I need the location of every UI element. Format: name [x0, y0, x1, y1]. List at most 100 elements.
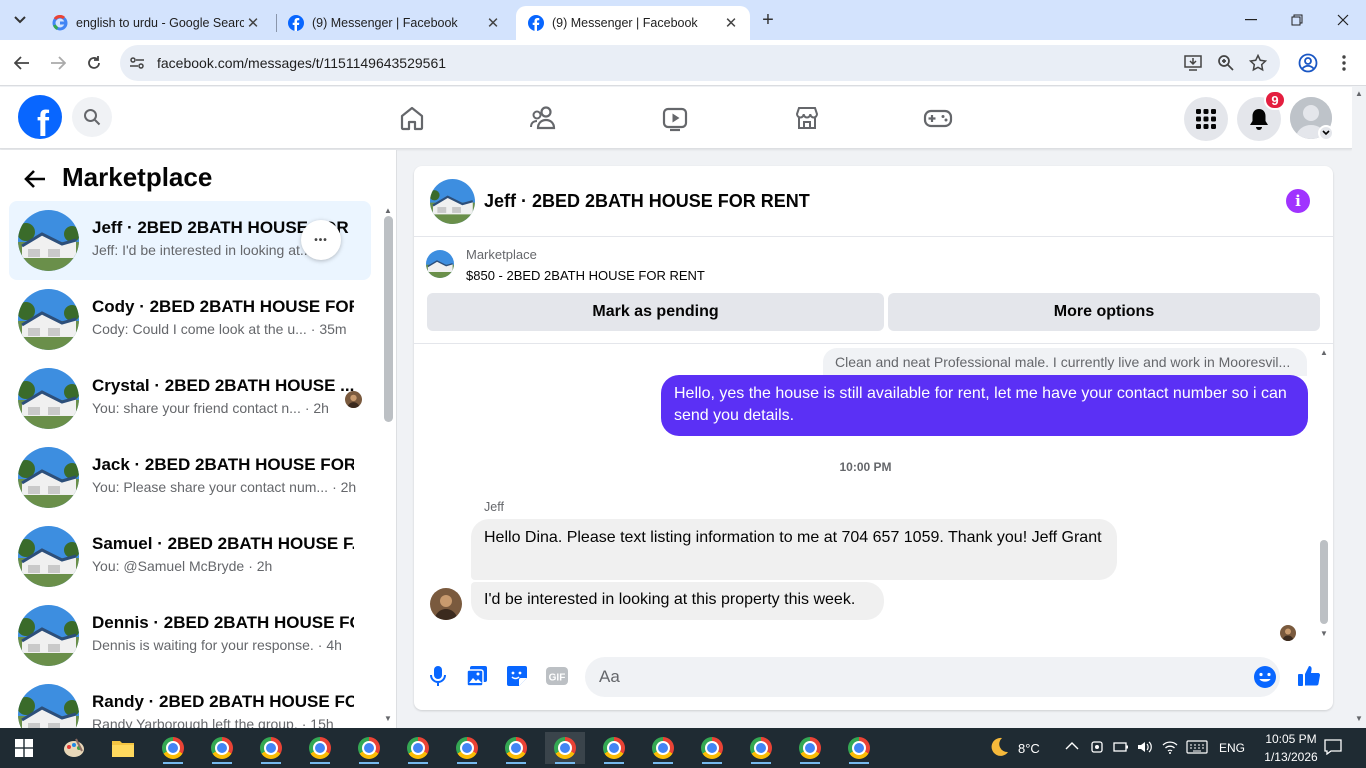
home-icon[interactable]	[397, 103, 427, 133]
quoted-message[interactable]: Clean and neat Professional male. I curr…	[823, 348, 1307, 376]
gif-icon[interactable]: GIF	[544, 663, 570, 689]
chrome-icon[interactable]	[153, 732, 193, 764]
menu-grid-icon[interactable]	[1184, 97, 1228, 141]
conversation-item[interactable]: Samuel · 2BED 2BATH HOUSE F... You: @Samu…	[9, 517, 371, 596]
gaming-icon[interactable]	[923, 103, 953, 133]
photo-gallery-icon[interactable]	[464, 663, 490, 689]
weather-temperature[interactable]: 8°C	[1018, 741, 1040, 756]
show-hidden-icons-chevron-icon[interactable]	[1065, 739, 1079, 754]
microphone-icon[interactable]	[425, 663, 451, 689]
message-input[interactable]	[585, 657, 1280, 697]
preview-text: Jeff: I'd be interested in looking at...	[92, 242, 312, 258]
bookmark-star-icon[interactable]	[1249, 54, 1267, 72]
scrollbar-thumb[interactable]	[384, 216, 393, 422]
page-scrollbar[interactable]: ▲ ▼	[1352, 87, 1366, 728]
more-actions-dots-icon[interactable]: •••	[301, 220, 341, 260]
chrome-profile-icon-active[interactable]	[545, 732, 585, 764]
volume-icon[interactable]	[1137, 740, 1153, 757]
watch-video-icon[interactable]	[660, 103, 690, 133]
conversation-item[interactable]: Jeff · 2BED 2BATH HOUSE FOR ... Jeff: I'd…	[9, 201, 371, 280]
conversation-item[interactable]: Randy · 2BED 2BATH HOUSE FO... Randy Yarb…	[9, 675, 371, 728]
conversation-item[interactable]: Cody · 2BED 2BATH HOUSE FOR ... Cody: Cou…	[9, 280, 371, 359]
incoming-message[interactable]: I'd be interested in looking at this pro…	[471, 582, 884, 620]
install-app-icon[interactable]	[1184, 54, 1202, 72]
input-language[interactable]: ENG	[1219, 741, 1245, 755]
incoming-message[interactable]: Hello Dina. Please text listing informat…	[471, 519, 1117, 580]
more-options-button[interactable]: More options	[888, 293, 1320, 331]
chrome-profile-icon[interactable]	[447, 732, 487, 764]
chrome-profile-icon[interactable]	[643, 732, 683, 764]
listing-price-title[interactable]: $850 - 2BED 2BATH HOUSE FOR RENT	[466, 268, 705, 283]
conversation-preview: Randy Yarborough left the group. · 15h	[92, 716, 334, 728]
info-icon[interactable]: i	[1286, 189, 1310, 213]
conversation-name: Dennis · 2BED 2BATH HOUSE FO...	[92, 613, 354, 632]
battery-plug-icon[interactable]	[1113, 740, 1129, 757]
chrome-profile-icon[interactable]	[398, 732, 438, 764]
minimize-icon[interactable]	[1228, 0, 1274, 40]
address-bar[interactable]: facebook.com/messages/t/1151149643529561	[120, 45, 1280, 81]
new-tab-icon[interactable]: +	[757, 9, 779, 31]
chrome-profile-icon[interactable]	[839, 732, 879, 764]
browser-menu-icon[interactable]	[1334, 53, 1354, 73]
outgoing-message[interactable]: Hello, yes the house is still available …	[661, 375, 1308, 436]
close-tab-icon[interactable]: ✕	[244, 14, 262, 32]
chrome-profile-icon[interactable]	[349, 732, 389, 764]
mark-as-pending-button[interactable]: Mark as pending	[427, 293, 884, 331]
marketplace-icon[interactable]	[792, 103, 822, 133]
clock-time[interactable]: 10:05 PM	[1258, 732, 1324, 746]
conversation-item[interactable]: Dennis · 2BED 2BATH HOUSE FO... Dennis is…	[9, 596, 371, 675]
chrome-profile-icon[interactable]	[790, 732, 830, 764]
emoji-icon[interactable]	[1253, 665, 1277, 689]
url-text: facebook.com/messages/t/1151149643529561	[157, 55, 447, 71]
facebook-logo[interactable]: f	[18, 95, 62, 139]
conversation-item[interactable]: Jack · 2BED 2BATH HOUSE FOR ... You: Plea…	[9, 438, 371, 517]
friends-icon[interactable]	[529, 103, 559, 133]
scroll-down-arrow-icon[interactable]: ▼	[384, 714, 392, 723]
chrome-profile-icon[interactable]	[300, 732, 340, 764]
close-tab-icon[interactable]: ✕	[484, 14, 502, 32]
chrome-profile-icon[interactable]	[251, 732, 291, 764]
tab-search-chevron-icon[interactable]	[6, 6, 34, 34]
weather-moon-icon[interactable]	[988, 736, 1010, 758]
zoom-icon[interactable]	[1217, 54, 1235, 72]
chrome-profile-icon[interactable]	[496, 732, 536, 764]
sender-avatar[interactable]	[430, 588, 462, 620]
account-chevron-down-icon[interactable]	[1318, 125, 1334, 141]
file-explorer-icon[interactable]	[103, 732, 143, 764]
webcam-icon[interactable]	[1090, 740, 1104, 757]
chrome-profile-icon[interactable]	[202, 732, 242, 764]
tab-google-search[interactable]: english to urdu - Google Search ✕	[40, 6, 272, 40]
chat-scrollbar-thumb[interactable]	[1320, 540, 1328, 624]
paint-app-icon[interactable]	[54, 732, 94, 764]
tab-title: english to urdu - Google Search	[76, 16, 244, 30]
windows-start-icon[interactable]	[4, 732, 44, 764]
back-icon[interactable]	[10, 51, 34, 75]
clock-date[interactable]: 1/13/2026	[1258, 750, 1324, 764]
thumbs-up-icon[interactable]	[1296, 663, 1322, 689]
listing-thumbnail[interactable]	[426, 250, 454, 278]
site-info-icon[interactable]	[128, 54, 146, 72]
touch-keyboard-icon[interactable]	[1186, 740, 1208, 757]
reload-icon[interactable]	[82, 51, 106, 75]
chrome-profile-icon[interactable]	[594, 732, 634, 764]
scroll-up-arrow-icon[interactable]: ▲	[1320, 348, 1328, 357]
tab-messenger-1[interactable]: (9) Messenger | Facebook ✕	[276, 6, 512, 40]
scroll-down-arrow-icon[interactable]: ▼	[1320, 629, 1328, 638]
profile-icon[interactable]	[1298, 53, 1318, 73]
scroll-up-arrow-icon[interactable]: ▲	[1355, 89, 1363, 98]
close-tab-icon[interactable]: ✕	[722, 14, 740, 32]
chrome-profile-icon[interactable]	[692, 732, 732, 764]
forward-icon[interactable]	[46, 51, 70, 75]
scroll-up-arrow-icon[interactable]: ▲	[384, 206, 392, 215]
close-window-icon[interactable]	[1320, 0, 1366, 40]
restore-icon[interactable]	[1274, 0, 1320, 40]
sticker-icon[interactable]	[504, 663, 530, 689]
wifi-icon[interactable]	[1162, 740, 1178, 757]
tab-messenger-active[interactable]: (9) Messenger | Facebook ✕	[516, 6, 750, 40]
scroll-down-arrow-icon[interactable]: ▼	[1355, 714, 1363, 723]
house-listing-avatar[interactable]	[430, 179, 475, 224]
search-icon[interactable]	[72, 97, 112, 137]
notification-center-icon[interactable]	[1324, 739, 1342, 758]
conversation-item[interactable]: Crystal · 2BED 2BATH HOUSE ... You: share…	[9, 359, 371, 438]
chrome-profile-icon[interactable]	[741, 732, 781, 764]
